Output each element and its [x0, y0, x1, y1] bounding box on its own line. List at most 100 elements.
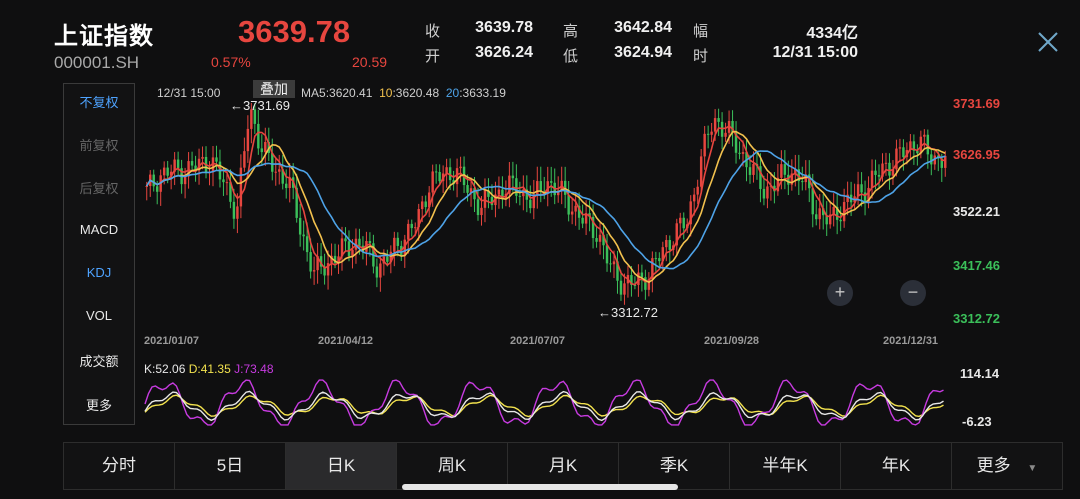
- candle-body: [539, 181, 542, 192]
- option-no-adjust[interactable]: 不复权: [64, 92, 134, 111]
- tab-daily-k[interactable]: 日K: [286, 443, 397, 489]
- x-tick-1: 2021/04/12: [318, 335, 374, 347]
- candle-body: [511, 175, 515, 179]
- candle-body: [609, 263, 612, 265]
- candle-body: [393, 237, 396, 252]
- candle-body: [581, 217, 584, 224]
- candle-body: [860, 184, 863, 193]
- candle-body: [574, 205, 577, 212]
- candle-body: [692, 194, 696, 202]
- indicator-vol[interactable]: VOL: [64, 308, 134, 323]
- stat-label-low: 低: [563, 48, 579, 65]
- candle-body: [748, 167, 752, 175]
- kline-chart[interactable]: [137, 80, 1017, 440]
- candle-body: [902, 147, 905, 158]
- zoom-in-button[interactable]: +: [827, 280, 853, 306]
- candle-body: [717, 118, 720, 122]
- candle-body: [480, 207, 483, 216]
- option-forward-adjust[interactable]: 前复权: [64, 135, 134, 154]
- candle-body: [783, 164, 787, 175]
- candle-body: [176, 159, 180, 169]
- candle-body: [877, 174, 881, 177]
- indicator-turnover[interactable]: 成交额: [64, 351, 134, 370]
- candle-body: [522, 189, 525, 197]
- tab-quarterly-k[interactable]: 季K: [619, 443, 730, 489]
- ma-line-ma20: [146, 150, 946, 270]
- tab-weekly-k[interactable]: 周K: [397, 443, 508, 489]
- candle-body: [347, 241, 351, 256]
- candle-body: [640, 272, 644, 278]
- candle-body: [679, 217, 682, 224]
- candle-body: [239, 167, 243, 207]
- tab-monthly-k[interactable]: 月K: [508, 443, 619, 489]
- candle-body: [285, 183, 288, 189]
- candle-body: [706, 133, 710, 135]
- candle-body: [162, 167, 166, 176]
- stat-label-time: 时: [693, 48, 709, 65]
- y-tick-2: 3522.21: [953, 204, 1000, 219]
- kdj-legend: K:52.06 D:41.35 J:73.48: [144, 362, 274, 376]
- candle-body: [257, 123, 260, 149]
- tab-yearly-k[interactable]: 年K: [841, 443, 952, 489]
- indicator-macd[interactable]: MACD: [64, 222, 134, 237]
- candle-body: [358, 238, 361, 246]
- k-key: K: [144, 362, 153, 376]
- candle-body: [801, 181, 804, 183]
- candle-body: [420, 201, 424, 210]
- option-backward-adjust[interactable]: 后复权: [64, 178, 134, 197]
- change-percent: 0.57%: [211, 54, 251, 70]
- candle-body: [344, 238, 347, 242]
- candle-body: [424, 201, 427, 208]
- candle-body: [476, 199, 480, 216]
- candle-body: [166, 167, 169, 176]
- kdj-line-k: [144, 390, 944, 422]
- candle-body: [654, 258, 658, 260]
- candle-body: [431, 171, 434, 193]
- candle-body: [570, 211, 574, 215]
- index-title: 上证指数: [54, 23, 154, 50]
- d-value: :41.35: [197, 362, 231, 376]
- candle-body: [598, 234, 602, 242]
- y-tick-4: 3312.72: [953, 311, 1000, 326]
- candle-body: [623, 283, 626, 295]
- candle-body: [665, 240, 668, 248]
- candle-body: [466, 185, 469, 193]
- tab-intraday[interactable]: 分时: [64, 443, 175, 489]
- candle-body: [710, 131, 713, 135]
- candle-body: [944, 155, 947, 168]
- candle-body: [752, 163, 755, 175]
- candle-body: [309, 252, 312, 272]
- candle-body: [232, 201, 236, 219]
- tab-more[interactable]: 更多 ▼: [952, 443, 1062, 489]
- change-amount: 20.59: [352, 54, 388, 70]
- close-icon[interactable]: [1036, 30, 1060, 54]
- candle-body: [738, 152, 741, 154]
- candle-body: [246, 128, 250, 152]
- index-code: 000001.SH: [54, 53, 140, 72]
- candle-body: [434, 171, 438, 173]
- candle-body: [225, 182, 229, 184]
- tab-halfyear-k[interactable]: 半年K: [730, 443, 841, 489]
- stat-value-time: 12/31 15:00: [772, 44, 858, 61]
- k-value: :52.06: [152, 362, 186, 376]
- home-indicator: [402, 484, 678, 490]
- candle-body: [787, 174, 790, 185]
- low-marker: ←3312.72: [598, 305, 658, 320]
- current-price: 3639.78: [238, 14, 351, 49]
- zoom-out-button[interactable]: −: [900, 280, 926, 306]
- stat-value-high: 3642.84: [614, 19, 672, 36]
- candle-body: [703, 133, 706, 157]
- tab-5day[interactable]: 5日: [175, 443, 286, 489]
- candle-body: [605, 245, 609, 264]
- candle-body: [668, 240, 672, 250]
- adjust-indicator-panel: 不复权 前复权 后复权 MACD KDJ VOL 成交额 更多: [63, 83, 135, 425]
- candle-body: [741, 152, 745, 154]
- indicator-more[interactable]: 更多: [64, 395, 134, 414]
- candle-body: [612, 261, 616, 265]
- indicator-kdj[interactable]: KDJ: [64, 265, 134, 280]
- ma-line-ma10: [146, 130, 946, 284]
- high-marker: ←3731.69: [230, 98, 290, 113]
- candle-body: [243, 151, 246, 168]
- candle-body: [815, 214, 818, 220]
- x-tick-0: 2021/01/07: [144, 335, 200, 347]
